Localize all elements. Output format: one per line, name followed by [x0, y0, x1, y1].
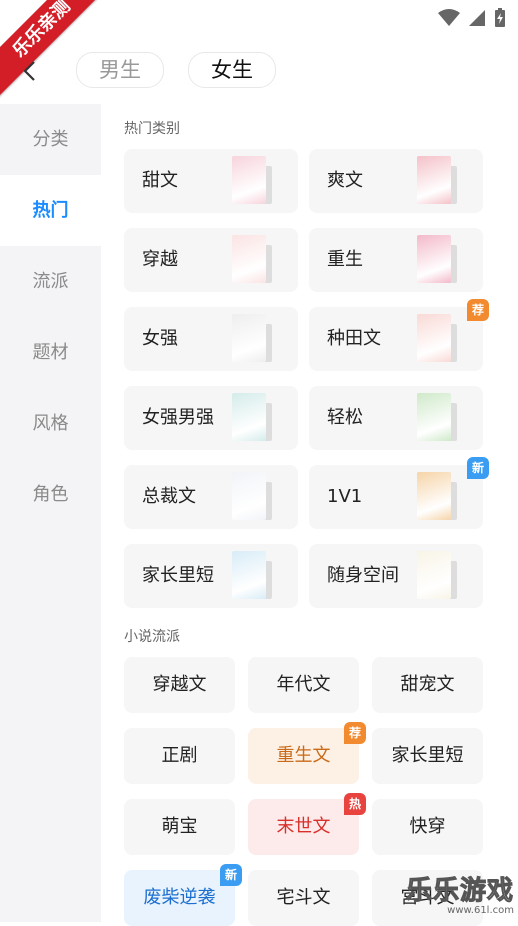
book-cover-image — [232, 235, 266, 283]
genre-chip[interactable]: 废柴逆袭新 — [124, 864, 242, 926]
cellular-icon — [469, 10, 485, 26]
hot-category-label: 爽文 — [327, 170, 363, 191]
genre-chip[interactable]: 宅斗文 — [248, 870, 359, 926]
back-button[interactable] — [22, 60, 36, 88]
genre-chip-label: 宅斗文 — [276, 887, 331, 908]
hot-category-label: 重生 — [327, 249, 363, 270]
book-cover-image — [417, 314, 451, 362]
book-cover-image — [232, 393, 266, 441]
hot-category-card[interactable]: 随身空间 — [309, 544, 483, 608]
genre-chip-label: 正剧 — [161, 745, 198, 766]
genre-chip[interactable]: 年代文 — [248, 657, 359, 713]
sidebar-item-category[interactable]: 分类 — [0, 104, 101, 175]
genre-chip-label: 萌宝 — [161, 816, 198, 837]
genre-chip[interactable]: 正剧 — [124, 728, 235, 784]
genre-chip[interactable]: 甜宠文 — [372, 657, 483, 713]
sidebar-item-theme[interactable]: 题材 — [0, 317, 101, 388]
tab-female[interactable]: 女生 — [188, 52, 276, 88]
sidebar: 分类 热门 流派 题材 风格 角色 — [0, 104, 101, 922]
genre-chip[interactable]: 重生文荐 — [248, 722, 366, 784]
hot-category-card[interactable]: 重生 — [309, 228, 483, 292]
sidebar-item-genre[interactable]: 流派 — [0, 246, 101, 317]
recommend-badge: 荐 — [467, 299, 489, 321]
genre-chip-label: 甜宠文 — [400, 674, 455, 695]
hot-category-card[interactable]: 女强男强 — [124, 386, 298, 450]
sidebar-item-role[interactable]: 角色 — [0, 459, 101, 530]
genre-chip-label: 家长里短 — [391, 745, 464, 766]
hot-category-card[interactable]: 家长里短 — [124, 544, 298, 608]
hot-category-label: 轻松 — [327, 407, 363, 428]
hot-category-label: 穿越 — [142, 249, 178, 270]
hot-category-label: 家长里短 — [142, 565, 214, 586]
genre-chip[interactable]: 末世文热 — [248, 793, 366, 855]
chevron-left-icon — [23, 61, 35, 81]
wifi-icon — [438, 9, 460, 26]
hot-category-card[interactable]: 总裁文 — [124, 465, 298, 529]
recommend-badge: 荐 — [344, 722, 366, 744]
genre-chip[interactable]: 穿越文 — [124, 657, 235, 713]
book-cover-image — [417, 235, 451, 283]
hot-category-label: 女强男强 — [142, 407, 214, 428]
book-cover-image — [417, 551, 451, 599]
genre-chip[interactable]: 家长里短 — [372, 728, 483, 784]
hot-category-card[interactable]: 女强 — [124, 307, 298, 371]
hot-category-label: 随身空间 — [327, 565, 399, 586]
genre-chip-label: 穿越文 — [152, 674, 207, 695]
new-badge: 新 — [467, 457, 489, 479]
watermark-title: 乐乐游戏 — [405, 876, 514, 907]
hot-category-card[interactable]: 1V1 新 — [309, 457, 489, 529]
hot-category-card[interactable]: 爽文 — [309, 149, 483, 213]
hot-category-label: 甜文 — [142, 170, 178, 191]
hot-category-card[interactable]: 种田文 荐 — [309, 299, 489, 371]
watermark-logo: 乐乐游戏 www.61l.com — [405, 870, 514, 917]
book-cover-image — [232, 551, 266, 599]
section-title-genre: 小说流派 — [124, 629, 180, 645]
hot-category-card[interactable]: 甜文 — [124, 149, 298, 213]
hot-category-label: 女强 — [142, 328, 178, 349]
tab-male[interactable]: 男生 — [76, 52, 164, 88]
battery-icon — [495, 8, 505, 27]
genre-chip-label: 快穿 — [409, 816, 446, 837]
hot-category-card[interactable]: 穿越 — [124, 228, 298, 292]
book-cover-image — [232, 156, 266, 204]
hot-badge: 热 — [344, 793, 366, 815]
genre-chip-label: 重生文 — [276, 745, 331, 766]
content-panel: 热门类别 甜文 爽文 穿越 重生 女强 种田文荐女强男强 轻松 总裁文 1V1 新家长里短 随身空间… — [101, 104, 518, 926]
section-title-hot: 热门类别 — [124, 121, 180, 137]
genre-chip-label: 末世文 — [276, 816, 331, 837]
book-cover-image — [232, 314, 266, 362]
new-badge: 新 — [220, 864, 242, 886]
sidebar-item-hot[interactable]: 热门 — [0, 175, 101, 246]
book-cover-image — [417, 472, 451, 520]
genre-chip-label: 废柴逆袭 — [143, 887, 216, 908]
book-cover-image — [232, 472, 266, 520]
genre-chip-label: 年代文 — [276, 674, 331, 695]
sidebar-item-style[interactable]: 风格 — [0, 388, 101, 459]
hot-category-label: 总裁文 — [142, 486, 196, 507]
genre-chip[interactable]: 萌宝 — [124, 799, 235, 855]
hot-category-card[interactable]: 轻松 — [309, 386, 483, 450]
book-cover-image — [417, 393, 451, 441]
hot-category-label: 种田文 — [327, 328, 381, 349]
book-cover-image — [417, 156, 451, 204]
genre-chip[interactable]: 快穿 — [372, 799, 483, 855]
hot-category-label: 1V1 — [327, 486, 363, 507]
